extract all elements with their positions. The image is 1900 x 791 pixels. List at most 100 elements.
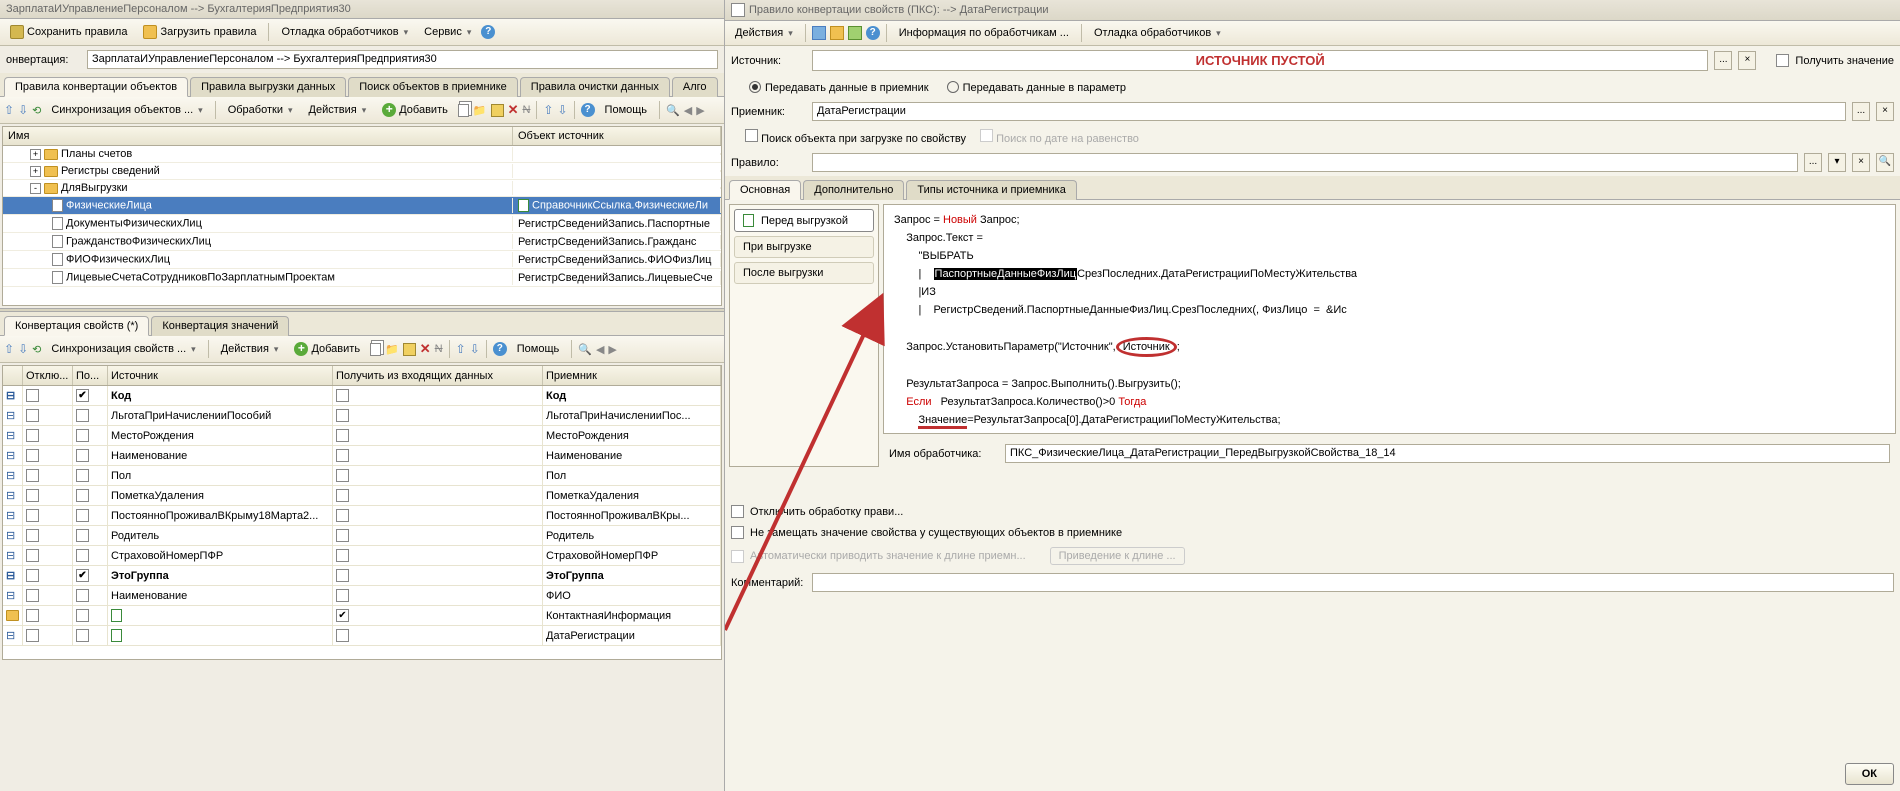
source-select-button[interactable]: ... <box>1714 51 1732 70</box>
actions-dropdown-2[interactable]: Действия <box>215 340 285 358</box>
add-folder-icon-2[interactable]: 📁 <box>385 343 399 356</box>
disable-rule-checkbox[interactable] <box>731 505 744 518</box>
add-button-2[interactable]: +Добавить <box>288 339 366 359</box>
radio-to-dest[interactable]: Передавать данные в приемник <box>749 79 929 94</box>
move-down-icon[interactable]: ⇩ <box>557 103 567 117</box>
radio-to-param[interactable]: Передавать данные в параметр <box>947 79 1126 94</box>
prop-row[interactable]: ⊟НаименованиеНаименование <box>3 446 721 466</box>
rule-field[interactable] <box>812 153 1798 172</box>
sub-tab-1[interactable]: Дополнительно <box>803 180 904 200</box>
up-icon-2[interactable]: ⇧ <box>4 342 14 356</box>
copy-icon[interactable] <box>458 104 469 117</box>
add-button[interactable]: +Добавить <box>376 100 454 120</box>
tree-row[interactable]: ФИОФизическихЛицРегистрСведенийЗапись.ФИ… <box>3 251 721 269</box>
col-source[interactable]: Источник <box>108 366 333 385</box>
tree-row[interactable]: -ДляВыгрузки <box>3 180 721 197</box>
main-tab-3[interactable]: Правила очистки данных <box>520 77 670 97</box>
sync-props-button[interactable]: Синхронизация свойств ... <box>45 340 201 358</box>
bottom-tab-0[interactable]: Конвертация свойств (*) <box>4 316 149 336</box>
prop-row[interactable]: КонтактнаяИнформация <box>3 606 721 626</box>
prop-row[interactable]: ⊟ДатаРегистрации <box>3 626 721 646</box>
strikethrough-icon[interactable]: N <box>522 104 530 116</box>
down-icon-2[interactable]: ⇩ <box>18 342 28 356</box>
dest-field[interactable]: ДатаРегистрации <box>812 102 1846 121</box>
rule-select-button[interactable]: ... <box>1804 153 1822 172</box>
prop-row[interactable]: ⊟РодительРодитель <box>3 526 721 546</box>
delete-icon-2[interactable]: ✕ <box>420 341 431 357</box>
get-value-checkbox[interactable] <box>1776 54 1789 67</box>
no-replace-checkbox[interactable] <box>731 526 744 539</box>
col-incoming[interactable]: Получить из входящих данных <box>333 366 543 385</box>
delete-icon[interactable]: ✕ <box>508 102 519 118</box>
tree-row[interactable]: ГражданствоФизическихЛицРегистрСведенийЗ… <box>3 233 721 251</box>
search-by-prop-checkbox[interactable]: Поиск объекта при загрузке по свойству <box>745 129 966 145</box>
handler-item-1[interactable]: При выгрузке <box>734 236 874 258</box>
tool-icon-1[interactable] <box>812 26 826 40</box>
auto-length-checkbox[interactable] <box>731 550 744 563</box>
prop-row[interactable]: ⊟ПостоянноПроживалВКрыму18Марта2...Посто… <box>3 506 721 526</box>
col-disable[interactable]: Отклю... <box>23 366 73 385</box>
help-icon[interactable]: ? <box>481 25 495 39</box>
help-button[interactable]: Помощь <box>599 101 654 119</box>
prop-row[interactable]: ⊟МестоРожденияМестоРождения <box>3 426 721 446</box>
ok-button[interactable]: ОК <box>1845 763 1894 785</box>
prop-row[interactable]: ⊟ЛьготаПриНачисленииПособийЛьготаПриНачи… <box>3 406 721 426</box>
col-src[interactable]: Объект источник <box>513 127 721 145</box>
move-up-icon[interactable]: ⇧ <box>543 103 553 117</box>
next-icon-2[interactable]: ▶ <box>608 343 616 356</box>
code-editor[interactable]: Запрос = Новый Запрос; Запрос.Текст = "В… <box>883 204 1896 434</box>
save-rules-button[interactable]: Сохранить правила <box>4 22 133 42</box>
help-button-2[interactable]: Помощь <box>511 340 566 358</box>
help-icon-3[interactable]: ? <box>493 342 507 356</box>
prop-row[interactable]: ⊟ЭтоГруппаЭтоГруппа <box>3 566 721 586</box>
prop-row[interactable]: ⊟ПометкаУдаленияПометкаУдаления <box>3 486 721 506</box>
prop-row[interactable]: ⊟НаименованиеФИО <box>3 586 721 606</box>
tree-row[interactable]: ДокументыФизическихЛицРегистрСведенийЗап… <box>3 215 721 233</box>
prop-row[interactable]: ⊟СтраховойНомерПФРСтраховойНомерПФР <box>3 546 721 566</box>
debug-handlers-button[interactable]: Отладка обработчиков <box>1088 24 1227 42</box>
source-field[interactable]: ИСТОЧНИК ПУСТОЙ <box>812 50 1708 71</box>
col-po[interactable]: По... <box>73 366 108 385</box>
move-down-icon-2[interactable]: ⇩ <box>470 342 480 356</box>
help-icon-2[interactable]: ? <box>581 103 595 117</box>
move-up-icon-2[interactable]: ⇧ <box>456 342 466 356</box>
handler-item-0[interactable]: Перед выгрузкой <box>734 209 874 232</box>
help-icon-r[interactable]: ? <box>866 26 880 40</box>
tree-row[interactable]: ФизическиеЛицаСправочникСсылка.Физически… <box>3 197 721 215</box>
col-name[interactable]: Имя <box>3 127 513 145</box>
main-tab-1[interactable]: Правила выгрузки данных <box>190 77 346 97</box>
copy-icon-2[interactable] <box>370 343 381 356</box>
up-icon[interactable]: ⇧ <box>4 103 14 117</box>
handler-name-field[interactable]: ПКС_ФизическиеЛица_ДатаРегистрации_Перед… <box>1005 444 1890 463</box>
actions-button[interactable]: Действия <box>729 24 799 42</box>
rule-dropdown-button[interactable]: ▾ <box>1828 153 1846 172</box>
debug-handlers-dropdown[interactable]: Отладка обработчиков <box>275 23 414 41</box>
main-tab-2[interactable]: Поиск объектов в приемнике <box>348 77 518 97</box>
bottom-tab-1[interactable]: Конвертация значений <box>151 316 289 336</box>
load-rules-button[interactable]: Загрузить правила <box>137 22 262 42</box>
actions-dropdown[interactable]: Действия <box>303 101 373 119</box>
dest-clear-button[interactable]: × <box>1876 102 1894 121</box>
edit-icon-2[interactable] <box>403 343 416 356</box>
rule-clear-button[interactable]: × <box>1852 153 1870 172</box>
dest-select-button[interactable]: ... <box>1852 102 1870 121</box>
handler-info-button[interactable]: Информация по обработчикам ... <box>893 24 1075 42</box>
comment-field[interactable] <box>812 573 1894 592</box>
prev-icon-2[interactable]: ◀ <box>596 343 604 356</box>
down-icon[interactable]: ⇩ <box>18 103 28 117</box>
service-dropdown[interactable]: Сервис <box>418 23 477 41</box>
handler-item-2[interactable]: После выгрузки <box>734 262 874 284</box>
tree-row[interactable]: ЛицевыеСчетаСотрудниковПоЗарплатнымПроек… <box>3 269 721 287</box>
col-dest[interactable]: Приемник <box>543 366 721 385</box>
prop-row[interactable]: ⊟ПолПол <box>3 466 721 486</box>
main-tab-4[interactable]: Алго <box>672 77 718 97</box>
add-folder-icon[interactable]: 📁 <box>473 104 487 117</box>
next-icon[interactable]: ▶ <box>696 104 704 117</box>
tool-icon-3[interactable] <box>848 26 862 40</box>
search-icon-2[interactable]: 🔍 <box>578 343 592 356</box>
sync-objects-button[interactable]: Синхронизация объектов ... <box>45 101 208 119</box>
sub-tab-2[interactable]: Типы источника и приемника <box>906 180 1076 200</box>
tree-row[interactable]: +Регистры сведений <box>3 163 721 180</box>
prev-icon[interactable]: ◀ <box>684 104 692 117</box>
conversion-field[interactable]: ЗарплатаИУправлениеПерсоналом --> Бухгал… <box>87 50 718 69</box>
